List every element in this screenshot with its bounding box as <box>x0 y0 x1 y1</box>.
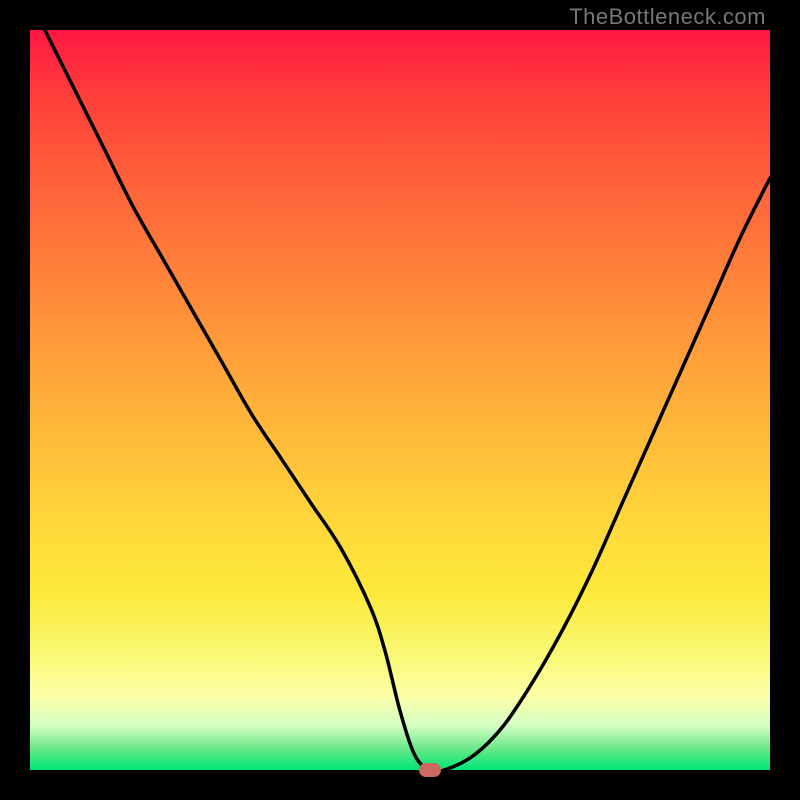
optimal-point-marker <box>419 763 441 777</box>
bottleneck-curve <box>30 30 770 770</box>
chart-frame: TheBottleneck.com <box>0 0 800 800</box>
plot-area <box>30 30 770 770</box>
watermark-text: TheBottleneck.com <box>569 4 766 30</box>
